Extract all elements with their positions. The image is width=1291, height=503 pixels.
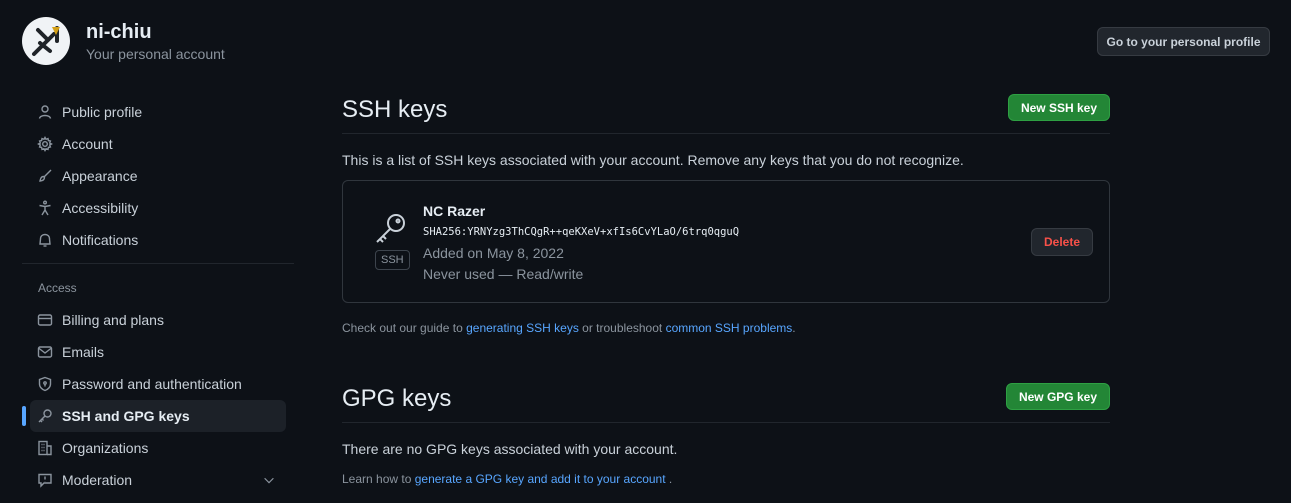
sidebar-item-label: Emails [62, 344, 105, 360]
trident-logo-icon [32, 26, 60, 56]
report-icon [36, 471, 54, 489]
settings-sidebar: Public profile Account Appearance Access… [22, 96, 294, 496]
organization-icon [36, 439, 54, 457]
settings-header: ni-chiu Your personal account Go to your… [0, 0, 1291, 80]
sidebar-item-label: Moderation [62, 472, 133, 488]
account-subtitle: Your personal account [86, 46, 225, 62]
sidebar-item-label: Billing and plans [62, 312, 164, 328]
guide-middle: or troubleshoot [582, 321, 663, 335]
ssh-key-usage: Never used — Read/write [423, 266, 584, 282]
sidebar-item-ssh-gpg-keys[interactable]: SSH and GPG keys [22, 400, 286, 432]
generating-ssh-keys-link[interactable]: generating SSH keys [466, 321, 579, 335]
key-icon [36, 407, 54, 425]
bell-icon [36, 231, 54, 249]
ssh-key-added-date: Added on May 8, 2022 [423, 245, 564, 261]
ssh-keys-title: SSH keys [342, 95, 448, 123]
ssh-keys-description: This is a list of SSH keys associated wi… [342, 152, 964, 168]
common-ssh-problems-link[interactable]: common SSH problems [666, 321, 793, 335]
sidebar-item-label: Accessibility [62, 200, 139, 216]
new-gpg-key-button[interactable]: New GPG key [1005, 383, 1110, 410]
ssh-key-title: NC Razer [423, 203, 486, 219]
avatar[interactable] [22, 17, 70, 65]
learn-suffix: . [668, 472, 673, 486]
sidebar-item-account[interactable]: Account [22, 128, 294, 160]
ssh-keys-header: SSH keys New SSH key [342, 86, 1110, 134]
gear-icon [36, 135, 54, 153]
ssh-key-item: SSH NC Razer SHA256:YRNYzg3ThCQgR++qeKXe… [342, 180, 1110, 303]
gpg-keys-title: GPG keys [342, 384, 452, 412]
ssh-badge: SSH [375, 250, 410, 270]
generate-gpg-key-link[interactable]: generate a GPG key and add it to your ac… [415, 472, 666, 486]
sidebar-item-label: Appearance [62, 168, 138, 184]
ssh-key-fingerprint: SHA256:YRNYzg3ThCQgR++qeKXeV+xfIs6CvYLaO… [423, 226, 740, 238]
sidebar-item-billing[interactable]: Billing and plans [22, 304, 294, 336]
sidebar-item-notifications[interactable]: Notifications [22, 224, 294, 256]
gpg-learn-text: Learn how to generate a GPG key and add … [342, 472, 1110, 486]
accessibility-icon [36, 199, 54, 217]
sidebar-item-password-auth[interactable]: Password and authentication [22, 368, 294, 400]
ssh-guide-text: Check out our guide to generating SSH ke… [342, 321, 1110, 335]
chevron-down-icon[interactable] [262, 473, 276, 490]
sidebar-divider [22, 263, 294, 264]
sidebar-section-access: Access [38, 281, 77, 295]
sidebar-item-label: Account [62, 136, 113, 152]
sidebar-item-moderation[interactable]: Moderation [22, 464, 294, 496]
sidebar-item-accessibility[interactable]: Accessibility [22, 192, 294, 224]
credit-card-icon [36, 311, 54, 329]
new-ssh-key-button[interactable]: New SSH key [1007, 94, 1110, 121]
sidebar-item-label: Password and authentication [62, 376, 242, 392]
person-icon [36, 103, 54, 121]
main-content: SSH keys New SSH key This is a list of S… [342, 86, 1110, 486]
mail-icon [36, 343, 54, 361]
guide-prefix: Check out our guide to [342, 321, 463, 335]
go-to-profile-button[interactable]: Go to your personal profile [1097, 27, 1270, 56]
sidebar-item-emails[interactable]: Emails [22, 336, 294, 368]
key-icon [373, 211, 411, 249]
account-name[interactable]: ni-chiu [86, 21, 152, 44]
shield-lock-icon [36, 375, 54, 393]
sidebar-item-label: SSH and GPG keys [62, 408, 190, 424]
paintbrush-icon [36, 167, 54, 185]
sidebar-item-public-profile[interactable]: Public profile [22, 96, 294, 128]
sidebar-item-organizations[interactable]: Organizations [22, 432, 294, 464]
sidebar-item-label: Notifications [62, 232, 139, 248]
gpg-keys-description: There are no GPG keys associated with yo… [342, 441, 678, 457]
guide-suffix: . [792, 321, 796, 335]
sidebar-item-label: Public profile [62, 104, 143, 120]
sidebar-item-appearance[interactable]: Appearance [22, 160, 294, 192]
delete-ssh-key-button[interactable]: Delete [1031, 228, 1093, 256]
gpg-keys-header: GPG keys New GPG key [342, 375, 1110, 423]
learn-prefix: Learn how to [342, 472, 412, 486]
sidebar-item-label: Organizations [62, 440, 149, 456]
